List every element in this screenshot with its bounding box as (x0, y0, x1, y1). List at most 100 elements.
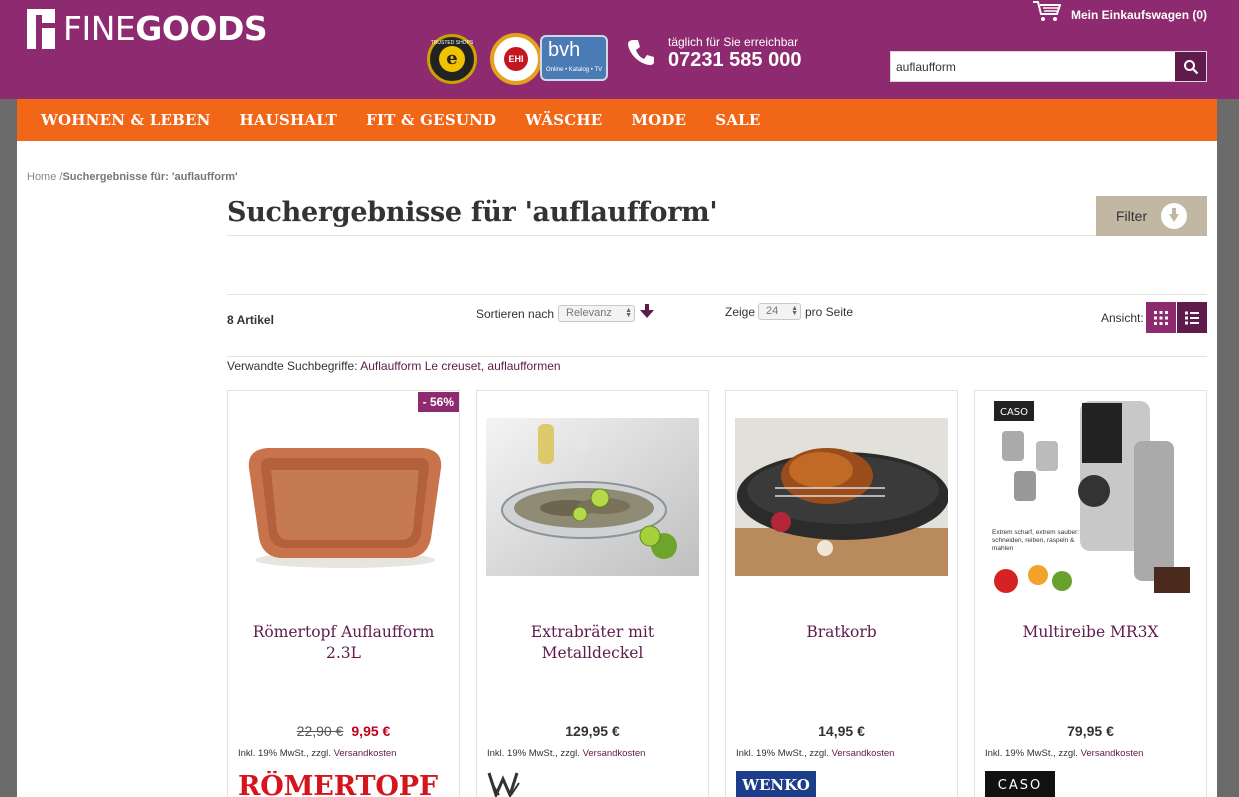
sort-label: Sortieren nach (476, 307, 555, 321)
arrow-down-circle-icon (1161, 203, 1187, 229)
nav-item-haushalt[interactable]: HAUSHALT (240, 111, 338, 129)
brand-logo-roemertopf: RÖMERTOPF (238, 771, 438, 797)
product-price: 79,95 € (1067, 723, 1114, 739)
breadcrumb-home[interactable]: Home (27, 171, 56, 183)
nav-item-fit-gesund[interactable]: FIT & GESUND (366, 111, 496, 129)
sort-select-value: Relevanz (566, 307, 612, 319)
brand-logo-caso: CASO (985, 771, 1055, 797)
shipping-link[interactable]: Versandkosten (1081, 748, 1144, 759)
nav-item-waesche[interactable]: WÄSCHE (525, 111, 602, 129)
grid-view-button[interactable] (1146, 302, 1176, 333)
bvh-caption: Online • Katalog • TV (546, 67, 603, 73)
product-card[interactable]: - 56% Römertopf Auflaufform 2.3L 22,90 €… (227, 390, 460, 797)
select-stepper-icon: ▲ ▼ (791, 305, 798, 317)
select-stepper-icon: ▲ ▼ (625, 307, 632, 319)
bvh-mark: bvh (548, 39, 581, 61)
shipping-link[interactable]: Versandkosten (583, 748, 646, 759)
result-count: 8 Artikel (227, 313, 274, 327)
title-divider (227, 235, 1107, 236)
filter-label: Filter (1116, 208, 1148, 224)
bvh-badge[interactable]: bvh Online • Katalog • TV (540, 35, 608, 81)
logo-mark-icon (27, 9, 55, 49)
tax-note: Inkl. 19% MwSt., zzgl. Versandkosten (238, 748, 396, 759)
product-image-label: CASO (1000, 407, 1028, 418)
tax-note: Inkl. 19% MwSt., zzgl. Versandkosten (736, 748, 894, 759)
per-page-label: pro Seite (805, 305, 854, 319)
tax-text: Inkl. 19% MwSt., zzgl. (238, 748, 334, 759)
logo-text-bold: GOODS (135, 9, 268, 48)
sale-price: 9,95 € (351, 723, 391, 739)
tax-text: Inkl. 19% MwSt., zzgl. (736, 748, 832, 759)
trusted-shops-badge[interactable]: TRUSTED SHOPS e (427, 34, 477, 84)
product-image-caption: Extrem scharf, extrem sauber: schneiden,… (992, 529, 1080, 552)
phone-icon (628, 40, 654, 65)
shipping-link[interactable]: Versandkosten (334, 748, 397, 759)
product-name[interactable]: Extrabräter mit Metalldeckel (485, 622, 700, 664)
tax-note: Inkl. 19% MwSt., zzgl. Versandkosten (985, 748, 1143, 759)
product-name[interactable]: Bratkorb (734, 622, 949, 643)
per-page-select[interactable]: 24 ▲ ▼ (758, 303, 801, 320)
logo-text-light: FINE (63, 9, 136, 48)
product-image[interactable] (486, 418, 699, 576)
brand-logo-wenko: WENKO (736, 771, 816, 797)
cart-icon[interactable] (1033, 0, 1061, 22)
related-searches: Verwandte Suchbegriffe: Auflaufform Le c… (227, 359, 561, 373)
main-content: Home /Suchergebnisse für: 'auflaufform' … (17, 141, 1217, 797)
brand-text: WENKO (741, 776, 810, 794)
product-card[interactable]: CASO Extrem scharf, extrem sauber: schne… (974, 390, 1207, 797)
tax-text: Inkl. 19% MwSt., zzgl. (985, 748, 1081, 759)
related-label: Verwandte Suchbegriffe: (227, 359, 361, 373)
breadcrumb-current: Suchergebnisse für: 'auflaufform' (62, 171, 238, 183)
shipping-link[interactable]: Versandkosten (832, 748, 895, 759)
old-price: 22,90 € (296, 723, 344, 739)
search-icon (1183, 59, 1198, 74)
product-image[interactable]: CASO Extrem scharf, extrem sauber: schne… (984, 391, 1197, 603)
finegoods-logo[interactable]: FINEGOODS (27, 9, 268, 49)
product-price: 22,90 € 9,95 € (228, 723, 459, 739)
nav-item-mode[interactable]: MODE (631, 111, 686, 129)
show-label: Zeige (725, 305, 756, 319)
nav-item-sale[interactable]: SALE (715, 111, 760, 129)
product-image[interactable] (735, 418, 948, 576)
grid-icon (1154, 310, 1168, 325)
phone-hint: täglich für Sie erreichbar (668, 35, 799, 49)
sort-select[interactable]: Relevanz ▲ ▼ (558, 305, 635, 322)
toolbar-divider-top (227, 294, 1207, 295)
product-price: 129,95 € (565, 723, 620, 739)
search-button[interactable] (1175, 52, 1206, 81)
search-bar (890, 51, 1207, 82)
trusted-shops-mark: e (439, 46, 465, 72)
product-image[interactable] (237, 418, 450, 576)
toolbar-divider-bottom (227, 356, 1207, 357)
filter-button[interactable]: Filter (1096, 196, 1207, 236)
list-icon (1185, 311, 1199, 324)
tax-note: Inkl. 19% MwSt., zzgl. Versandkosten (487, 748, 645, 759)
list-view-button[interactable] (1177, 302, 1207, 333)
trusted-shops-caption: TRUSTED SHOPS (430, 40, 474, 46)
ehi-mark: EHI (504, 47, 528, 71)
site-header: FINEGOODS TRUSTED SHOPS e EHI bvh Online… (0, 0, 1239, 99)
product-card[interactable]: Extrabräter mit Metalldeckel 129,95 € In… (476, 390, 709, 797)
main-nav: WOHNEN & LEBEN HAUSHALT FIT & GESUND WÄS… (17, 99, 1217, 141)
view-label: Ansicht: (1101, 311, 1144, 325)
brand-text: RÖMERTOPF (238, 771, 438, 797)
related-term-auflaufformen[interactable]: auflaufformen (487, 359, 560, 373)
ehi-badge[interactable]: EHI (490, 33, 542, 85)
search-input[interactable] (891, 52, 1176, 81)
related-term-le-creuset[interactable]: Auflaufform Le creuset (360, 359, 481, 373)
sort-direction-icon[interactable] (639, 303, 655, 319)
product-name[interactable]: Multireibe MR3X (983, 622, 1198, 643)
discount-badge: - 56% (417, 392, 459, 412)
page-title: Suchergebnisse für 'auflaufform' (227, 197, 718, 228)
brand-text: CASO (998, 778, 1042, 793)
breadcrumb: Home /Suchergebnisse für: 'auflaufform' (27, 171, 238, 183)
cart-link[interactable]: Mein Einkaufswagen (0) (1071, 8, 1207, 22)
product-name[interactable]: Römertopf Auflaufform 2.3L (236, 622, 451, 664)
phone-number[interactable]: 07231 585 000 (668, 49, 801, 72)
brand-logo-wmf (487, 772, 520, 797)
nav-item-wohnen-leben[interactable]: WOHNEN & LEBEN (41, 111, 211, 129)
product-card[interactable]: Bratkorb 14,95 € Inkl. 19% MwSt., zzgl. … (725, 390, 958, 797)
tax-text: Inkl. 19% MwSt., zzgl. (487, 748, 583, 759)
product-price: 14,95 € (818, 723, 865, 739)
per-page-value: 24 (766, 305, 779, 317)
